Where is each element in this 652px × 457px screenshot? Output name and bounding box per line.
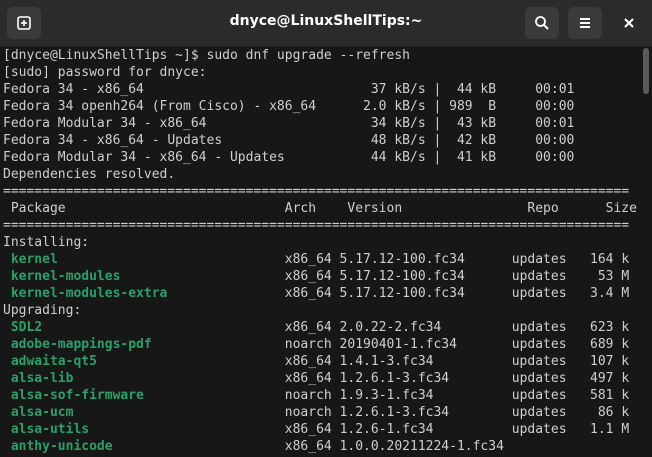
terminal-line: kernel x86_64 5.17.12-100.fc34 updates 1… [3, 251, 639, 268]
search-icon [534, 15, 550, 31]
terminal-line: Dependencies resolved. [3, 167, 176, 182]
package-name: alsa-utils [10, 422, 90, 437]
terminal-output[interactable]: [dnyce@LinuxShellTips ~]$ sudo dnf upgra… [3, 47, 639, 457]
terminal-line: Fedora Modular 34 - x86_64 34 kB/s | 43 … [3, 116, 575, 131]
package-details: x86_64 1.2.6.1-3.fc34 updates 497 k [73, 371, 630, 386]
terminal-line: alsa-utils x86_64 1.2.6-1.fc34 updates 1… [3, 421, 639, 438]
terminal-line: alsa-ucm noarch 1.2.6.1-3.fc34 updates 8… [3, 404, 639, 421]
package-name: kernel [10, 252, 58, 267]
package-details: x86_64 5.17.12-100.fc34 updates 164 k [57, 252, 630, 267]
terminal-line: kernel-modules-extra x86_64 5.17.12-100.… [3, 285, 639, 302]
package-details: noarch 20190401-1.fc34 updates 689 k [151, 337, 630, 352]
title-bar: dnyce@LinuxShellTips:~ [0, 0, 652, 47]
package-details: x86_64 2.0.22-2.fc34 updates 623 k [42, 320, 630, 335]
package-name: kernel-modules [10, 269, 121, 284]
package-name: alsa-ucm [10, 405, 74, 420]
terminal-line: alsa-lib x86_64 1.2.6.1-3.fc34 updates 4… [3, 370, 639, 387]
package-details: x86_64 1.2.6-1.fc34 updates 1.1 M [89, 422, 630, 437]
close-icon [622, 16, 636, 30]
search-button[interactable] [525, 7, 559, 39]
menu-button[interactable] [568, 7, 602, 39]
package-name: alsa-lib [10, 371, 74, 386]
scrollbar-thumb[interactable] [643, 48, 649, 94]
terminal-line: Fedora 34 - x86_64 37 kB/s | 44 kB 00:01 [3, 82, 575, 97]
terminal-line: alsa-sof-firmware noarch 1.9.3-1.fc34 up… [3, 387, 639, 404]
terminal-line: Fedora Modular 34 - x86_64 - Updates 44 … [3, 150, 575, 165]
terminal-window: dnyce@LinuxShellTips:~ [dnyce@LinuxShell… [0, 0, 652, 457]
terminal-line: kernel-modules x86_64 5.17.12-100.fc34 u… [3, 268, 639, 285]
package-details: noarch 1.9.3-1.fc34 updates 581 k [143, 388, 630, 403]
package-name: adobe-mappings-pdf [10, 337, 152, 352]
close-button[interactable] [614, 7, 644, 39]
package-details: noarch 1.2.6.1-3.fc34 updates 86 k [73, 405, 630, 420]
terminal-line: ========================================… [3, 218, 630, 233]
terminal-line: SDL2 x86_64 2.0.22-2.fc34 updates 623 k [3, 319, 639, 336]
terminal-line: Installing: [3, 235, 90, 250]
package-name: alsa-sof-firmware [10, 388, 144, 403]
terminal-line: Upgrading: [3, 303, 82, 318]
package-details: x86_64 1.4.1-3.fc34 updates 107 k [96, 354, 630, 369]
package-name: anthy-unicode [10, 439, 113, 454]
terminal-line: ========================================… [3, 184, 630, 199]
package-details: x86_64 5.17.12-100.fc34 updates 53 M [120, 269, 630, 284]
terminal-line: [dnyce@LinuxShellTips ~]$ sudo dnf upgra… [3, 48, 410, 63]
package-details: x86_64 5.17.12-100.fc34 updates 3.4 M [167, 286, 630, 301]
terminal-line: Package Arch Version Repo Size [3, 201, 637, 216]
package-name: SDL2 [10, 320, 43, 335]
terminal-line: Fedora 34 openh264 (From Cisco) - x86_64… [3, 99, 575, 114]
terminal-line: adobe-mappings-pdf noarch 20190401-1.fc3… [3, 336, 639, 353]
package-name: adwaita-qt5 [10, 354, 97, 369]
package-details: x86_64 1.0.0.20211224-1.fc34 [112, 439, 504, 454]
terminal-line: Fedora 34 - x86_64 - Updates 48 kB/s | 4… [3, 133, 575, 148]
package-name: kernel-modules-extra [10, 286, 168, 301]
terminal-line: [sudo] password for dnyce: [3, 65, 207, 80]
hamburger-menu-icon [577, 15, 593, 31]
terminal-line: adwaita-qt5 x86_64 1.4.1-3.fc34 updates … [3, 353, 639, 370]
terminal-line: anthy-unicode x86_64 1.0.0.20211224-1.fc… [3, 438, 639, 455]
